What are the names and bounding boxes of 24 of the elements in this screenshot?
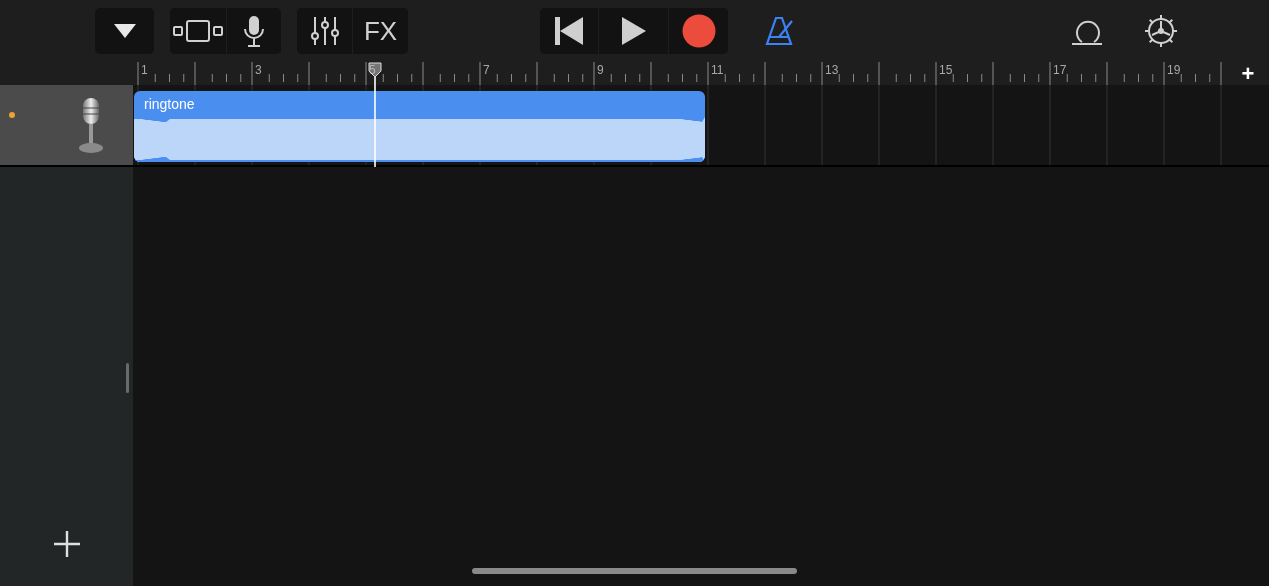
bar-number: 19 (1167, 63, 1181, 77)
bar-number: 17 (1053, 63, 1067, 77)
settings-icon (1144, 14, 1178, 48)
microphone-icon (242, 15, 266, 47)
region-name: ringtone (143, 95, 196, 114)
status-dot-icon (9, 112, 15, 118)
playhead[interactable] (367, 62, 383, 167)
skip-back-icon (554, 16, 584, 46)
bar-number: 13 (825, 63, 839, 77)
triangle-icon (112, 23, 137, 39)
bar-number: 15 (939, 63, 953, 77)
bar-number: 9 (597, 63, 604, 77)
settings-button[interactable] (1144, 14, 1178, 48)
resize-handle[interactable] (126, 363, 129, 393)
play-icon (620, 16, 647, 46)
tracks-view-icon (173, 20, 223, 42)
bar-number: 7 (483, 63, 490, 77)
bar-number: 11 (711, 63, 724, 77)
sliders-icon (309, 16, 340, 46)
microphone-icon (78, 96, 104, 154)
add-track-icon[interactable] (52, 530, 81, 558)
bar-number: 1 (141, 63, 148, 77)
bar-number: 3 (255, 63, 262, 77)
tracks-view-button[interactable] (170, 8, 226, 54)
